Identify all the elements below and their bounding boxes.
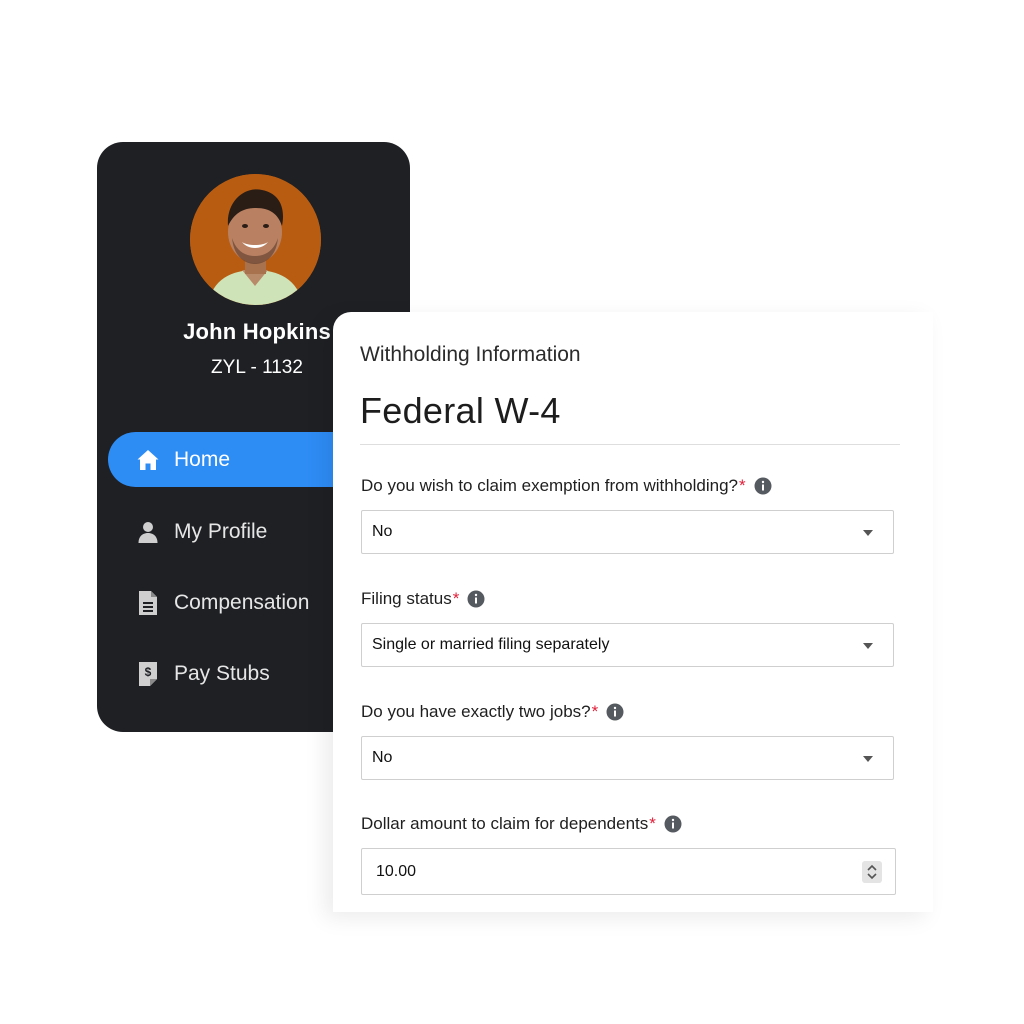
field-label-text: Do you have exactly two jobs? xyxy=(361,702,591,721)
w4-form-panel: Withholding Information Federal W-4 Do y… xyxy=(333,312,933,912)
required-marker: * xyxy=(649,814,656,833)
field-label-text: Filing status xyxy=(361,589,452,608)
exemption-select[interactable]: No xyxy=(361,510,894,554)
select-value: No xyxy=(372,523,393,540)
user-icon xyxy=(135,519,161,545)
nav-item-label: Compensation xyxy=(174,590,310,614)
select-value: No xyxy=(372,749,393,766)
stepper-arrows-icon[interactable] xyxy=(862,861,882,883)
document-icon xyxy=(135,590,161,616)
filing-status-select[interactable]: Single or married filing separately xyxy=(361,623,894,667)
filing-status-label: Filing status * xyxy=(361,589,485,609)
home-icon xyxy=(135,447,161,473)
page-title: Federal W-4 xyxy=(360,390,561,431)
chevron-down-icon xyxy=(863,756,873,762)
field-label-text: Dollar amount to claim for dependents xyxy=(361,814,649,833)
divider xyxy=(360,444,900,445)
required-marker: * xyxy=(591,702,599,721)
avatar[interactable] xyxy=(190,174,321,305)
required-marker: * xyxy=(739,476,746,495)
info-icon[interactable] xyxy=(606,703,624,721)
select-value: Single or married filing separately xyxy=(372,636,610,653)
dependents-amount-input[interactable]: 10.00 xyxy=(361,848,896,895)
info-icon[interactable] xyxy=(467,590,485,608)
field-label-text: Do you wish to claim exemption from with… xyxy=(361,476,739,495)
pay-stub-icon: $ xyxy=(135,661,161,687)
nav-item-label: Pay Stubs xyxy=(174,661,270,685)
nav-item-label: Home xyxy=(174,447,231,471)
exemption-label: Do you wish to claim exemption from with… xyxy=(361,476,772,496)
svg-text:$: $ xyxy=(145,665,152,679)
input-value: 10.00 xyxy=(376,862,417,880)
required-marker: * xyxy=(452,589,460,608)
two-jobs-label: Do you have exactly two jobs? * xyxy=(361,702,624,722)
chevron-down-icon xyxy=(863,643,873,649)
chevron-down-icon xyxy=(863,530,873,536)
info-icon[interactable] xyxy=(664,815,682,833)
two-jobs-select[interactable]: No xyxy=(361,736,894,780)
info-icon[interactable] xyxy=(754,477,772,495)
dependents-label: Dollar amount to claim for dependents * xyxy=(361,814,682,834)
nav-item-label: My Profile xyxy=(174,519,268,543)
section-label: Withholding Information xyxy=(360,343,581,366)
